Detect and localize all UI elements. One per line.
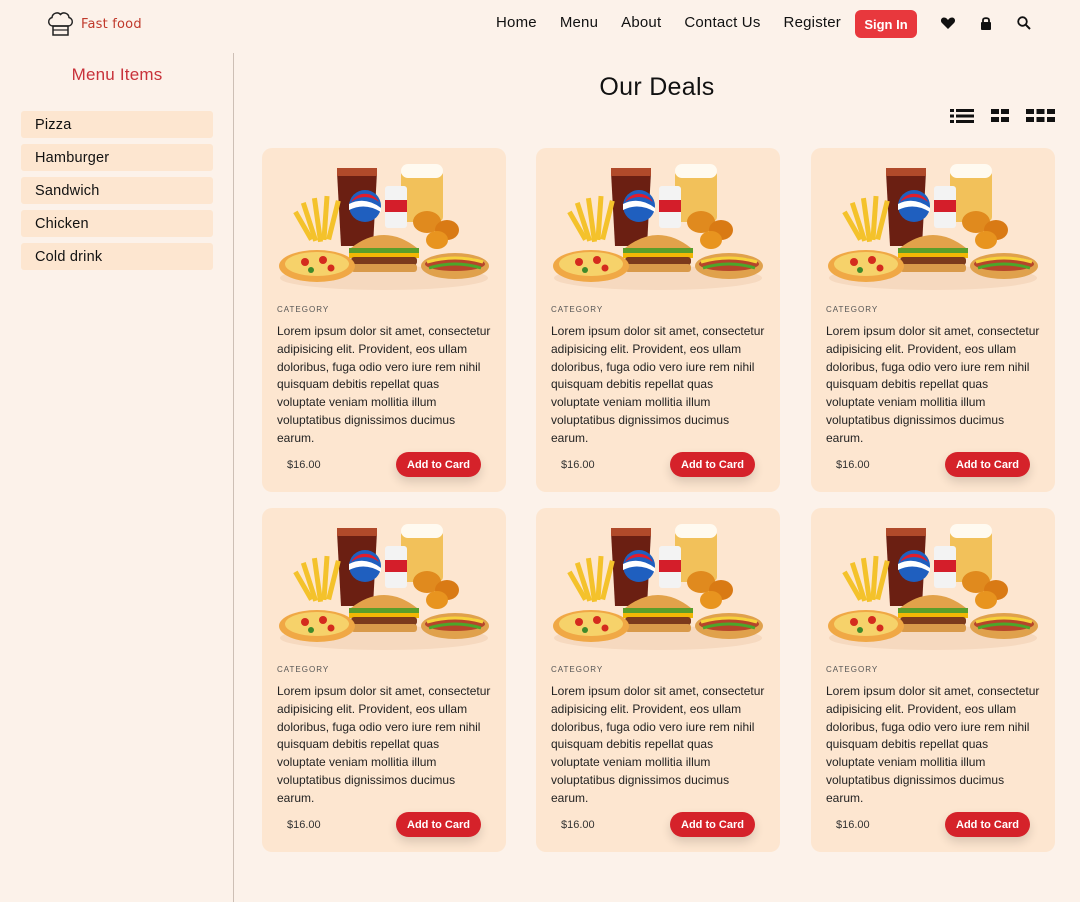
- card-price: $16.00: [287, 459, 321, 471]
- menu-item-sandwich[interactable]: Sandwich: [21, 177, 213, 204]
- card-price: $16.00: [561, 819, 595, 831]
- food-image: [277, 156, 491, 292]
- add-to-card-button[interactable]: Add to Card: [396, 452, 481, 477]
- food-image: [551, 156, 765, 292]
- nav-contact[interactable]: Contact Us: [684, 14, 760, 31]
- heart-icon[interactable]: [940, 15, 956, 31]
- food-image: [277, 516, 491, 652]
- deal-card: CATEGORY Lorem ipsum dolor sit amet, con…: [262, 508, 506, 852]
- page-title: Our Deals: [599, 73, 715, 101]
- search-icon[interactable]: [1016, 15, 1032, 31]
- card-category: CATEGORY: [551, 665, 604, 674]
- nav-about[interactable]: About: [621, 14, 661, 31]
- add-to-card-button[interactable]: Add to Card: [945, 812, 1030, 837]
- deal-card: CATEGORY Lorem ipsum dolor sit amet, con…: [262, 148, 506, 492]
- card-price: $16.00: [561, 459, 595, 471]
- brand-name: Fast food: [81, 16, 142, 32]
- deal-card: CATEGORY Lorem ipsum dolor sit amet, con…: [536, 508, 780, 852]
- add-to-card-button[interactable]: Add to Card: [945, 452, 1030, 477]
- sidebar-title: Menu Items: [71, 65, 163, 84]
- menu-item-pizza[interactable]: Pizza: [21, 111, 213, 138]
- sidebar: Menu Items Pizza Hamburger Sandwich Chic…: [0, 53, 234, 902]
- add-to-card-button[interactable]: Add to Card: [396, 812, 481, 837]
- menu-list: Pizza Hamburger Sandwich Chicken Cold dr…: [21, 111, 213, 276]
- add-to-card-button[interactable]: Add to Card: [670, 452, 755, 477]
- deal-card: CATEGORY Lorem ipsum dolor sit amet, con…: [811, 148, 1055, 492]
- card-price: $16.00: [287, 819, 321, 831]
- deal-card: CATEGORY Lorem ipsum dolor sit amet, con…: [536, 148, 780, 492]
- card-category: CATEGORY: [826, 305, 879, 314]
- add-to-card-button[interactable]: Add to Card: [670, 812, 755, 837]
- brand-logo[interactable]: Fast food: [47, 11, 142, 37]
- card-price: $16.00: [836, 459, 870, 471]
- card-description: Lorem ipsum dolor sit amet, consectetur …: [551, 684, 765, 805]
- card-description: Lorem ipsum dolor sit amet, consectetur …: [277, 684, 491, 805]
- grid-2-icon[interactable]: [991, 109, 1009, 123]
- card-category: CATEGORY: [277, 305, 330, 314]
- card-category: CATEGORY: [551, 305, 604, 314]
- food-image: [551, 516, 765, 652]
- nav-menu[interactable]: Menu: [560, 14, 598, 31]
- food-image: [826, 516, 1040, 652]
- grid-3-icon[interactable]: [1026, 109, 1055, 123]
- card-description: Lorem ipsum dolor sit amet, consectetur …: [277, 324, 491, 445]
- sign-in-button[interactable]: Sign In: [855, 10, 917, 38]
- food-image: [826, 156, 1040, 292]
- nav-home[interactable]: Home: [496, 14, 537, 31]
- nav-register[interactable]: Register: [784, 14, 841, 31]
- navbar: Fast food Home Menu About Contact Us Reg…: [0, 0, 1080, 48]
- menu-item-cold-drink[interactable]: Cold drink: [21, 243, 213, 270]
- card-price: $16.00: [836, 819, 870, 831]
- lock-icon[interactable]: [978, 15, 994, 31]
- nav-links: Home Menu About Contact Us Register: [496, 14, 841, 31]
- deal-card: CATEGORY Lorem ipsum dolor sit amet, con…: [811, 508, 1055, 852]
- card-description: Lorem ipsum dolor sit amet, consectetur …: [551, 324, 765, 445]
- card-category: CATEGORY: [277, 665, 330, 674]
- menu-item-chicken[interactable]: Chicken: [21, 210, 213, 237]
- card-description: Lorem ipsum dolor sit amet, consectetur …: [826, 324, 1040, 445]
- list-view-icon[interactable]: [950, 109, 974, 123]
- card-description: Lorem ipsum dolor sit amet, consectetur …: [826, 684, 1040, 805]
- card-category: CATEGORY: [826, 665, 879, 674]
- menu-item-hamburger[interactable]: Hamburger: [21, 144, 213, 171]
- chef-hat-icon: [47, 11, 74, 37]
